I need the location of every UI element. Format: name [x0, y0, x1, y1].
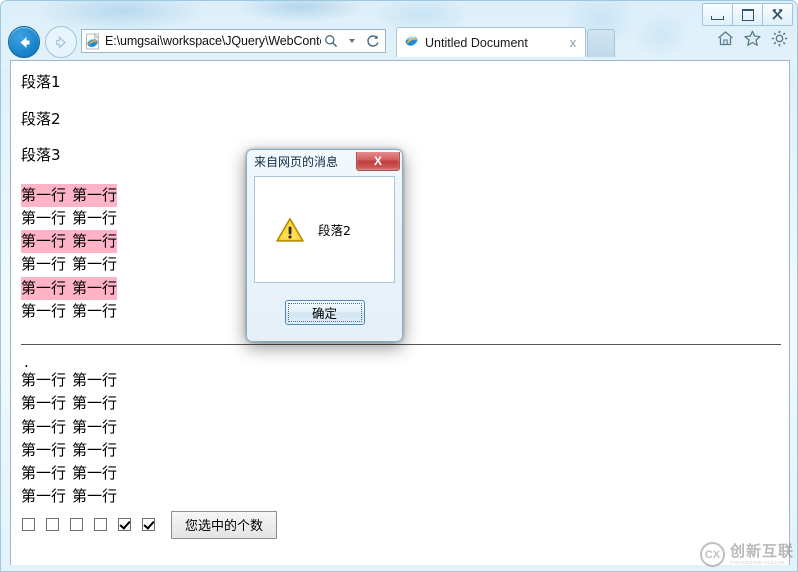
- table-cell: 第一行: [21, 208, 67, 227]
- address-bar[interactable]: E:\umgsai\workspace\JQuery\WebConte: [81, 29, 386, 53]
- table-cell: 第一行: [21, 301, 67, 320]
- table-one: 第一行 第一行 第一行 第一行 第一行 第一行 第一行 第一行 第一行 第一行 …: [21, 183, 118, 324]
- table-one-body: 第一行 第一行 第一行 第一行 第一行 第一行 第一行 第一行 第一行 第一行 …: [21, 183, 118, 324]
- window-minimize-button[interactable]: [702, 3, 733, 26]
- dialog-ok-button[interactable]: 确定: [284, 299, 365, 325]
- forward-arrow-icon: [55, 35, 66, 49]
- watermark-name-cn: 创新互联: [729, 541, 794, 560]
- dialog-ok-label: 确定: [311, 305, 337, 321]
- checkbox-3[interactable]: [70, 518, 83, 531]
- table-row: 第一行 第一行: [21, 253, 117, 276]
- table-row: 第一行 第一行: [21, 369, 117, 392]
- table-cell: 第一行: [72, 230, 118, 254]
- table-cell: 第一行: [21, 276, 73, 300]
- search-icon[interactable]: [321, 31, 341, 52]
- table-cell: 第一行: [21, 371, 67, 389]
- chevron-down-icon[interactable]: [342, 31, 362, 52]
- table-cell: 第一行: [72, 255, 118, 274]
- table-cell: 第一行: [21, 464, 67, 482]
- dialog-close-button[interactable]: X: [356, 152, 400, 171]
- table-cell: 第一行: [72, 417, 118, 436]
- table-two: 第一行 第一行 第一行 第一行 第一行 第一行 第一行 第一行 第一行 第一行 …: [21, 369, 117, 509]
- table-cell: 第一行: [72, 464, 118, 482]
- table-cell: 第一行: [72, 183, 118, 207]
- watermark-badge-icon: CX: [699, 542, 725, 567]
- window-caption-buttons: [702, 3, 793, 26]
- paragraph-2: 段落2: [21, 109, 61, 128]
- table-two-body: 第一行 第一行 第一行 第一行 第一行 第一行 第一行 第一行 第一行 第一行 …: [21, 369, 117, 509]
- favorites-star-icon[interactable]: [743, 29, 762, 48]
- browser-tab[interactable]: Untitled Document x: [396, 27, 586, 57]
- table-row: 第一行 第一行: [21, 276, 118, 300]
- table-cell: 第一行: [72, 394, 118, 413]
- tab-close-icon[interactable]: x: [565, 35, 581, 51]
- address-bar-buttons: [321, 31, 383, 52]
- count-selected-button[interactable]: 您选中的个数: [171, 510, 278, 539]
- back-button[interactable]: [8, 26, 40, 58]
- table-row: 第一行 第一行: [21, 300, 117, 323]
- warning-icon: [275, 216, 305, 243]
- checkbox-1[interactable]: [22, 518, 35, 531]
- table-cell: 第一行: [21, 255, 67, 274]
- window-close-button[interactable]: [763, 3, 793, 26]
- watermark: CX 创新互联 CHUANGXIN HULIAN: [699, 541, 794, 567]
- tab-favicon-icon: [404, 32, 420, 53]
- checkbox-2[interactable]: [46, 518, 59, 531]
- table-cell: 第一行: [72, 371, 118, 389]
- watermark-text: 创新互联 CHUANGXIN HULIAN: [729, 541, 794, 566]
- table-row: 第一行 第一行: [21, 439, 117, 462]
- table-cell: 第一行: [21, 440, 67, 459]
- table-row: 第一行 第一行: [21, 485, 117, 508]
- table-cell: 第一行: [72, 301, 118, 320]
- dialog-footer: 确定: [247, 283, 402, 341]
- page-favicon-icon: [85, 32, 102, 50]
- checkbox-row: 您选中的个数: [21, 510, 781, 539]
- dialog-title: 来自网页的消息: [254, 155, 339, 169]
- table-row: 第一行 第一行: [21, 230, 118, 254]
- table-row: 第一行 第一行: [21, 416, 117, 439]
- browser-window: E:\umgsai\workspace\JQuery\WebConte Unti…: [0, 0, 798, 572]
- table-cell: 第一行: [21, 230, 73, 254]
- address-input[interactable]: E:\umgsai\workspace\JQuery\WebConte: [105, 34, 321, 48]
- watermark-name-en: CHUANGXIN HULIAN: [729, 559, 785, 565]
- dialog-title-bar: 来自网页的消息 X: [247, 150, 402, 176]
- window-maximize-button[interactable]: [733, 3, 763, 26]
- webpage-message-dialog: 来自网页的消息 X 段落2 确定: [246, 149, 403, 342]
- checkbox-6[interactable]: [142, 518, 155, 531]
- paragraph-1: 段落1: [21, 73, 61, 91]
- checkbox-5[interactable]: [118, 518, 131, 531]
- checkbox-4[interactable]: [94, 518, 107, 531]
- refresh-icon[interactable]: [363, 31, 383, 52]
- navigation-bar: E:\umgsai\workspace\JQuery\WebConte Unti…: [1, 25, 797, 59]
- dialog-message: 段落2: [318, 223, 351, 238]
- new-tab-button[interactable]: [587, 29, 615, 57]
- table-cell: 第一行: [72, 208, 118, 227]
- home-icon[interactable]: [716, 29, 735, 48]
- back-arrow-icon: [20, 36, 29, 48]
- tab-title: Untitled Document: [425, 35, 528, 50]
- table-row: 第一行 第一行: [21, 392, 117, 415]
- table-cell: 第一行: [72, 276, 118, 300]
- table-cell: 第一行: [21, 183, 73, 207]
- gear-icon[interactable]: [770, 29, 789, 48]
- table-cell: 第一行: [72, 440, 118, 459]
- table-cell: 第一行: [72, 487, 118, 506]
- dialog-body: 段落2: [254, 176, 395, 283]
- table-row: 第一行 第一行: [21, 462, 117, 485]
- table-row: 第一行 第一行: [21, 183, 118, 207]
- command-bar: [716, 29, 789, 48]
- dot-marker: .: [24, 353, 29, 371]
- forward-button[interactable]: [45, 26, 77, 58]
- table-cell: 第一行: [21, 394, 67, 413]
- table-row: 第一行 第一行: [21, 207, 117, 230]
- close-icon: [772, 9, 783, 20]
- table-cell: 第一行: [21, 417, 67, 436]
- table-cell: 第一行: [21, 487, 67, 506]
